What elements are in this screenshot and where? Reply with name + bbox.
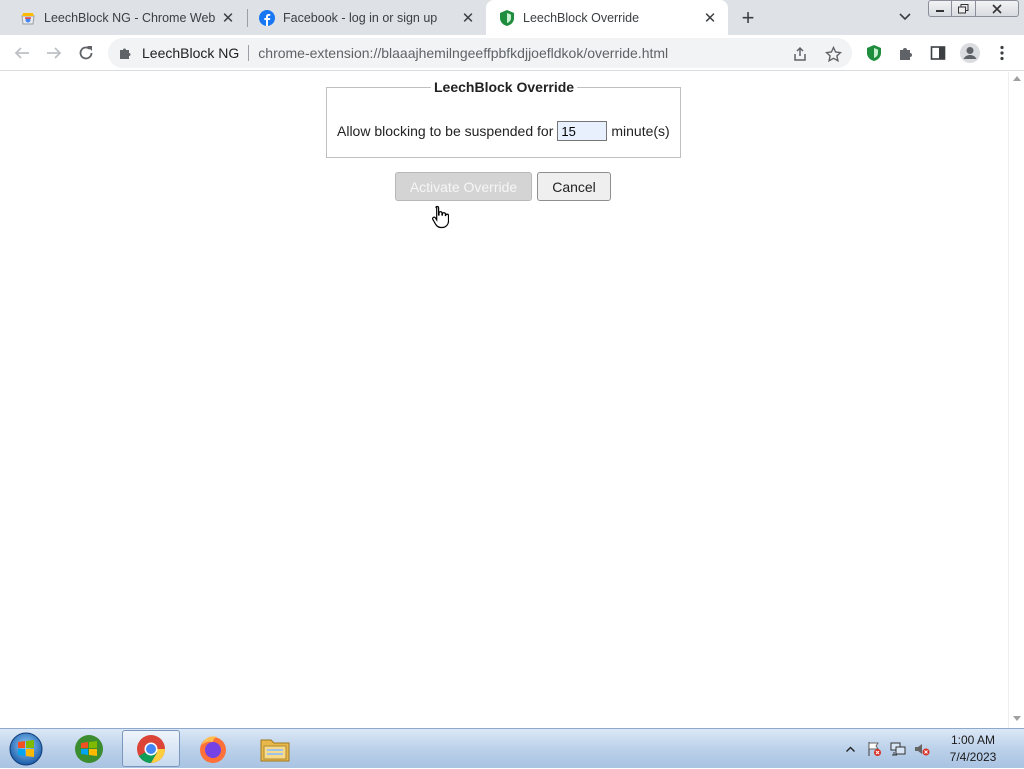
address-bar[interactable]: LeechBlock NG chrome-extension://blaaajh… [108, 38, 852, 68]
activate-override-button[interactable]: Activate Override [395, 172, 532, 201]
site-name: LeechBlock NG [142, 45, 240, 61]
reload-icon[interactable] [72, 39, 100, 67]
facebook-icon [259, 9, 275, 26]
browser-toolbar: LeechBlock NG chrome-extension://blaaajh… [0, 35, 1024, 71]
tab-title: LeechBlock NG - Chrome Web St [44, 10, 218, 25]
back-arrow-icon[interactable] [8, 39, 36, 67]
volume-muted-icon[interactable] [912, 729, 932, 769]
share-icon[interactable] [789, 43, 811, 65]
leechblock-extension-icon[interactable] [860, 39, 888, 67]
taskbar-windows-icon[interactable] [60, 730, 118, 767]
kebab-menu-icon[interactable] [988, 39, 1016, 67]
minimize-button[interactable] [928, 0, 952, 17]
start-button[interactable] [6, 730, 46, 768]
close-tab-icon[interactable]: ✕ [700, 8, 720, 28]
taskbar-clock[interactable]: 1:00 AM 7/4/2023 [940, 732, 1006, 766]
scroll-down-arrow-icon[interactable] [1013, 716, 1021, 721]
minutes-input[interactable] [557, 121, 608, 141]
duration-unit: minute(s) [611, 123, 670, 139]
leechblock-shield-icon [499, 9, 515, 26]
network-icon[interactable] [888, 729, 908, 769]
show-hidden-icons-chevron-icon[interactable] [843, 729, 857, 769]
close-tab-icon[interactable]: ✕ [218, 8, 238, 28]
override-fieldset: LeechBlock Override Allow blocking to be… [326, 79, 681, 158]
hand-cursor-icon [432, 205, 449, 229]
forward-arrow-icon[interactable] [40, 39, 68, 67]
address-divider [248, 45, 250, 61]
override-duration-row: Allow blocking to be suspended for minut… [337, 121, 670, 141]
clock-date: 7/4/2023 [949, 750, 997, 764]
tab-strip: LeechBlock NG - Chrome Web St ✕ Facebook… [0, 0, 1024, 35]
windows-taskbar: 1:00 AM 7/4/2023 [0, 728, 1024, 768]
url-text: chrome-extension://blaaajhemilngeeffpbfk… [258, 45, 669, 61]
close-tab-icon[interactable]: ✕ [458, 8, 478, 28]
profile-avatar-icon[interactable] [956, 39, 984, 67]
extensions-puzzle-icon[interactable] [892, 39, 920, 67]
new-tab-button[interactable]: + [735, 5, 761, 31]
action-center-flag-icon[interactable] [864, 729, 884, 769]
firefox-icon[interactable] [184, 730, 242, 767]
close-window-button[interactable] [975, 0, 1019, 17]
scroll-up-arrow-icon[interactable] [1013, 76, 1021, 81]
tab-facebook[interactable]: Facebook - log in or sign up ✕ [239, 0, 486, 35]
vertical-scrollbar[interactable] [1008, 72, 1024, 728]
side-panel-icon[interactable] [924, 39, 952, 67]
tab-leechblock-override[interactable]: LeechBlock Override ✕ [486, 0, 728, 35]
chrome-icon[interactable] [122, 730, 180, 767]
tab-chrome-web-store[interactable]: LeechBlock NG - Chrome Web St ✕ [0, 0, 246, 35]
clock-time: 1:00 AM [950, 733, 996, 747]
cancel-button[interactable]: Cancel [537, 172, 611, 201]
page-content: LeechBlock Override Allow blocking to be… [0, 72, 1008, 728]
bookmark-star-icon[interactable] [822, 43, 844, 65]
puzzle-extension-icon [118, 45, 134, 61]
chrome-web-store-icon [20, 10, 36, 26]
override-legend: LeechBlock Override [434, 79, 575, 95]
tab-title: Facebook - log in or sign up [283, 10, 438, 25]
tab-search-chevron-icon[interactable] [893, 5, 917, 29]
file-explorer-icon[interactable] [246, 730, 304, 767]
restore-button[interactable] [951, 0, 976, 17]
duration-prompt: Allow blocking to be suspended for [337, 123, 554, 139]
tab-title: LeechBlock Override [523, 10, 640, 25]
